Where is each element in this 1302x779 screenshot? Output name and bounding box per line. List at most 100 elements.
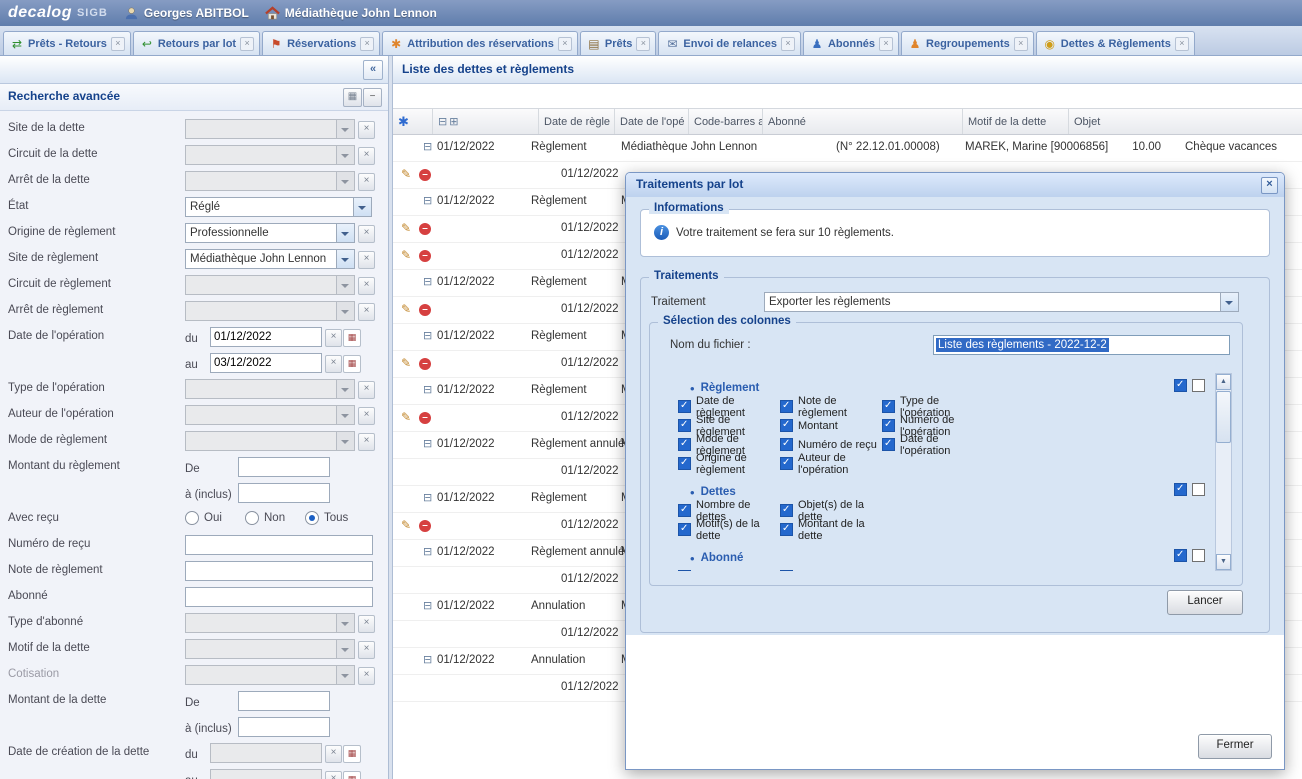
checkbox-checked-icon[interactable] [678, 570, 691, 571]
checkbox-checked-icon[interactable] [678, 504, 691, 517]
collapse-row-icon[interactable] [423, 194, 432, 207]
clear-field-icon[interactable] [358, 641, 375, 659]
checkbox-checked-icon[interactable] [678, 438, 691, 451]
tab-close-icon[interactable] [1175, 37, 1189, 51]
amount-input[interactable] [238, 483, 330, 503]
dropdown[interactable] [185, 379, 355, 399]
calendar-icon[interactable] [343, 771, 361, 779]
collapse-sidebar-icon[interactable] [363, 60, 383, 80]
clear-field-icon[interactable] [358, 277, 375, 295]
dropdown-trigger-icon[interactable] [336, 250, 354, 268]
calendar-icon[interactable] [343, 329, 361, 347]
date-input[interactable] [210, 743, 322, 763]
dropdown-trigger-icon[interactable] [1220, 293, 1238, 311]
checkbox-checked-icon[interactable] [780, 570, 793, 571]
column-header[interactable]: Abonné [763, 109, 963, 134]
edit-icon[interactable] [401, 248, 411, 262]
dropdown[interactable] [185, 171, 355, 191]
checkbox-checked-icon[interactable] [678, 457, 691, 470]
column-header[interactable]: Code-barres ab [689, 109, 763, 134]
checkbox-checked-icon[interactable] [678, 400, 691, 413]
dropdown-trigger-icon[interactable] [336, 406, 354, 424]
column-checkbox-item[interactable]: Auteur de l'opération [780, 454, 882, 473]
calendar-icon[interactable] [343, 355, 361, 373]
delete-icon[interactable] [419, 412, 431, 424]
checkbox-checked-icon[interactable] [678, 419, 691, 432]
save-search-icon[interactable] [343, 88, 362, 107]
checkbox-checked-icon[interactable] [780, 523, 793, 536]
dropdown-trigger-icon[interactable] [336, 640, 354, 658]
tab-close-icon[interactable] [636, 37, 650, 51]
tab-close-icon[interactable] [1014, 37, 1028, 51]
delete-icon[interactable] [419, 169, 431, 181]
select-all-checkbox[interactable] [1174, 483, 1187, 496]
edit-icon[interactable] [401, 410, 411, 424]
column-checkbox-item[interactable]: Montant de la dette [780, 520, 882, 539]
delete-icon[interactable] [419, 250, 431, 262]
collapse-row-icon[interactable] [423, 140, 432, 153]
dropdown[interactable] [185, 405, 355, 425]
column-checkbox-item[interactable]: Origine de règlement [678, 454, 780, 473]
collapse-row-icon[interactable] [423, 329, 432, 342]
edit-icon[interactable] [401, 167, 411, 181]
scrollbar-thumb[interactable] [1216, 391, 1231, 443]
dropdown[interactable] [185, 665, 355, 685]
collapse-row-icon[interactable] [423, 653, 432, 666]
collapse-row-icon[interactable] [423, 437, 432, 450]
edit-icon[interactable] [401, 356, 411, 370]
clear-field-icon[interactable] [358, 225, 375, 243]
checkbox-checked-icon[interactable] [780, 419, 793, 432]
clear-date-icon[interactable] [325, 355, 342, 373]
dropdown-trigger-icon[interactable] [336, 120, 354, 138]
text-input[interactable] [185, 535, 373, 555]
dropdown[interactable] [185, 145, 355, 165]
table-row[interactable]: 01/12/2022 Règlement Médiathèque John Le… [393, 135, 1302, 162]
clear-field-icon[interactable] [358, 173, 375, 191]
clear-date-icon[interactable] [325, 329, 342, 347]
scroll-down-icon[interactable] [1216, 554, 1231, 570]
text-input[interactable] [185, 587, 373, 607]
clear-field-icon[interactable] [358, 433, 375, 451]
dropdown-trigger-icon[interactable] [336, 172, 354, 190]
clear-field-icon[interactable] [358, 667, 375, 685]
tab-close-icon[interactable] [781, 37, 795, 51]
column-header[interactable]: Date de l'opé [615, 109, 689, 134]
clear-field-icon[interactable] [358, 147, 375, 165]
collapse-row-icon[interactable] [423, 383, 432, 396]
date-input[interactable] [210, 353, 322, 373]
clear-field-icon[interactable] [358, 407, 375, 425]
clear-field-icon[interactable] [358, 121, 375, 139]
tab[interactable]: Regroupements [901, 31, 1034, 55]
column-config-icon[interactable] [398, 114, 409, 130]
checkbox-checked-icon[interactable] [882, 419, 895, 432]
column-header[interactable]: Motif de la dette [963, 109, 1069, 134]
select-none-checkbox[interactable] [1192, 549, 1205, 562]
edit-icon[interactable] [401, 221, 411, 235]
dialog-close-icon[interactable] [1261, 177, 1278, 194]
close-button[interactable]: Fermer [1198, 734, 1272, 759]
delete-icon[interactable] [419, 304, 431, 316]
column-checkbox-item[interactable]: Motif(s) de la dette [678, 520, 780, 539]
calendar-icon[interactable] [343, 745, 361, 763]
dropdown[interactable] [185, 639, 355, 659]
edit-icon[interactable] [401, 302, 411, 316]
dropdown-trigger-icon[interactable] [336, 614, 354, 632]
column-checkbox-item[interactable] [780, 567, 882, 571]
tab[interactable]: Prêts - Retours [3, 31, 131, 55]
column-checkbox-item[interactable]: Date de l'opération [882, 435, 984, 454]
collapse-row-icon[interactable] [423, 275, 432, 288]
checkbox-checked-icon[interactable] [780, 504, 793, 517]
collapse-row-icon[interactable] [423, 545, 432, 558]
checkbox-checked-icon[interactable] [780, 400, 793, 413]
dropdown[interactable] [185, 613, 355, 633]
dropdown[interactable]: Professionnelle [185, 223, 355, 243]
clear-field-icon[interactable] [358, 381, 375, 399]
scrollbar[interactable] [1215, 373, 1232, 571]
tab-close-icon[interactable] [879, 37, 893, 51]
column-checkbox-item[interactable] [678, 567, 780, 571]
tab[interactable]: Retours par lot [133, 31, 260, 55]
column-checkbox-item[interactable]: Note de règlement [780, 397, 882, 416]
column-header[interactable]: Date de règle [539, 109, 615, 134]
dropdown[interactable]: Médiathèque John Lennon [185, 249, 355, 269]
select-none-checkbox[interactable] [1192, 483, 1205, 496]
